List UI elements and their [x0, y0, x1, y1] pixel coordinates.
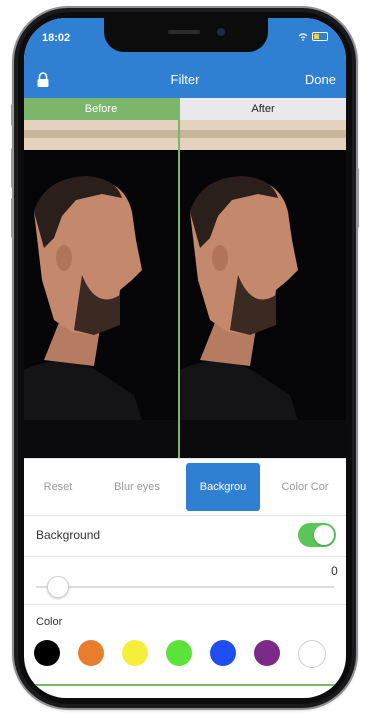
status-time: 18:02	[42, 32, 71, 44]
color-swatch-white[interactable]	[298, 640, 326, 668]
color-swatches	[34, 640, 334, 670]
color-label: Color	[36, 616, 63, 628]
blur-eyes-tool[interactable]: Blur eyes	[104, 463, 170, 511]
background-toggle[interactable]	[298, 523, 336, 547]
after-photo	[180, 120, 346, 458]
status-bar: 18:02	[24, 18, 346, 58]
before-tab[interactable]: Before	[24, 98, 178, 120]
reset-tool[interactable]: Reset	[30, 463, 86, 511]
background-label: Background	[36, 528, 101, 542]
slider-value: 0	[331, 564, 338, 578]
notch	[104, 18, 268, 52]
power-button	[356, 168, 359, 228]
nav-bar: Filter Done	[24, 58, 346, 98]
color-swatch-green[interactable]	[166, 640, 192, 666]
filter-toolbar: Reset Blur eyes Backgrou Color Cor	[24, 458, 346, 516]
slider-thumb[interactable]	[47, 576, 70, 598]
wifi-icon	[298, 32, 308, 41]
color-swatch-black[interactable]	[34, 640, 60, 666]
slider-track[interactable]	[36, 586, 334, 588]
color-swatch-purple[interactable]	[254, 640, 280, 666]
bottom-accent-line	[24, 684, 346, 686]
before-photo	[24, 120, 178, 458]
page-title: Filter	[170, 72, 200, 87]
front-camera	[217, 28, 225, 36]
after-tab[interactable]: After	[180, 98, 346, 120]
phone-screen: 18:02 Filter Done Before After Reset Blu…	[24, 18, 346, 698]
color-swatch-yellow[interactable]	[122, 640, 148, 666]
intensity-slider-row: 0	[24, 556, 346, 605]
volume-up-button	[11, 148, 14, 188]
volume-down-button	[11, 198, 14, 238]
speaker-grille	[168, 30, 200, 34]
mute-switch	[11, 104, 14, 126]
status-icons	[298, 32, 328, 41]
background-row: Background	[24, 516, 346, 557]
color-correction-tool[interactable]: Color Cor	[268, 463, 342, 511]
toggle-knob	[314, 525, 334, 545]
color-swatch-orange[interactable]	[78, 640, 104, 666]
before-after-compare: Before After	[24, 98, 346, 458]
color-swatch-blue[interactable]	[210, 640, 236, 666]
color-row: Color	[24, 606, 346, 684]
background-tool[interactable]: Backgrou	[186, 463, 260, 511]
battery-icon	[312, 32, 328, 41]
done-button[interactable]: Done	[305, 72, 336, 87]
